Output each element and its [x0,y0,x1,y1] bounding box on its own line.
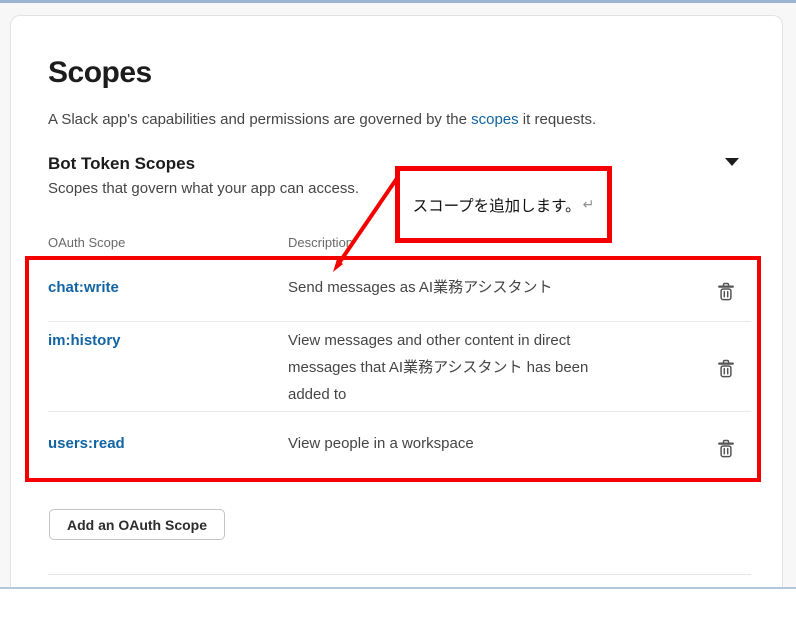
return-mark-icon: ↵ [583,196,595,213]
trash-icon [717,290,735,305]
screenshot-root: Scopes A Slack app's capabilities and pe… [0,0,796,620]
row-divider [48,411,751,412]
bottom-border-line [0,587,796,589]
section-bottom-divider [48,574,751,575]
table-header-divider [48,256,751,257]
bot-token-scopes-heading: Bot Token Scopes [48,154,195,174]
annotation-callout-box: スコープを追加します。 ↵ [395,166,612,243]
annotation-text: スコープを追加します。 [413,194,581,216]
column-header-oauth-scope: OAuth Scope [48,235,125,250]
scope-description: Send messages as AI業務アシスタント [288,274,553,301]
description-line: Send messages as AI業務アシスタント [288,274,553,301]
scope-description: View messages and other content in direc… [288,327,588,408]
intro-text-pre: A Slack app's capabilities and permissio… [48,111,471,128]
description-line: messages that AI業務アシスタント has been [288,354,588,381]
scope-description: View people in a workspace [288,430,474,457]
trash-icon [717,447,735,462]
chevron-down-icon[interactable] [725,158,739,166]
row-divider [48,321,751,322]
intro-paragraph: A Slack app's capabilities and permissio… [48,111,596,128]
delete-scope-button[interactable] [717,282,735,302]
trash-icon [717,367,735,382]
column-header-description: Description [288,235,353,250]
page-title: Scopes [48,56,152,90]
scope-link-im-history[interactable]: im:history [48,332,121,349]
scopes-settings-card: Scopes A Slack app's capabilities and pe… [10,15,783,588]
scopes-doc-link[interactable]: scopes [471,111,519,128]
description-line: View messages and other content in direc… [288,327,588,354]
description-line: added to [288,381,588,408]
delete-scope-button[interactable] [717,359,735,379]
add-oauth-scope-button[interactable]: Add an OAuth Scope [49,509,225,540]
description-line: View people in a workspace [288,430,474,457]
scope-link-users-read[interactable]: users:read [48,435,125,452]
bot-token-scopes-subheading: Scopes that govern what your app can acc… [48,180,359,197]
scope-link-chat-write[interactable]: chat:write [48,279,119,296]
intro-text-post: it requests. [519,111,597,128]
delete-scope-button[interactable] [717,439,735,459]
